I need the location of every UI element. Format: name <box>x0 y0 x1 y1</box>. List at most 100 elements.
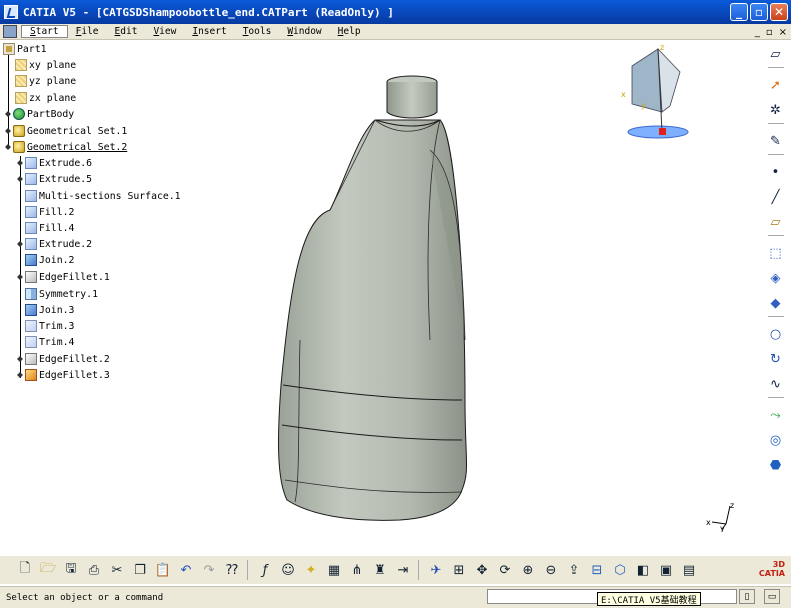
line-icon[interactable]: ╱ <box>765 186 787 208</box>
tree-node-symmetry1[interactable]: Symmetry.1 <box>25 287 98 301</box>
tree-node-gset2[interactable]: Geometrical Set.2 <box>5 140 127 154</box>
menu-help[interactable]: Help <box>330 26 369 37</box>
sketcher-icon[interactable]: ▱ <box>765 43 787 65</box>
tree-node-partbody[interactable]: PartBody <box>5 107 74 121</box>
redo-icon[interactable]: ↷ <box>198 559 220 581</box>
point-icon[interactable]: • <box>765 161 787 183</box>
tree-node-fill2[interactable]: Fill.2 <box>25 205 74 219</box>
menu-insert[interactable]: Insert <box>184 26 234 37</box>
tree-node-multisections[interactable]: Multi-sections Surface.1 <box>25 189 181 203</box>
blend-icon[interactable]: ⤳ <box>765 404 787 426</box>
circle-icon[interactable]: ○ <box>765 323 787 345</box>
extrude-surface-icon[interactable]: ⬚ <box>765 242 787 264</box>
plane-icon[interactable]: ▱ <box>765 211 787 233</box>
tree-node-join2[interactable]: Join.2 <box>25 253 74 267</box>
menu-edit[interactable]: Edit <box>107 26 146 37</box>
symmetry-icon <box>25 288 37 300</box>
tree-node-edgefillet2[interactable]: EdgeFillet.2 <box>17 352 110 366</box>
catia-app-icon[interactable] <box>4 5 18 19</box>
light-icon[interactable]: ✦ <box>300 559 322 581</box>
tree-node-join3[interactable]: Join.3 <box>25 303 74 317</box>
tree-node-extrude2[interactable]: Extrude.2 <box>17 237 92 251</box>
menu-start[interactable]: Start <box>21 25 68 38</box>
spiral-icon[interactable]: ↻ <box>765 348 787 370</box>
paste-icon[interactable]: 📋 <box>152 559 174 581</box>
collapse-icon[interactable] <box>5 144 11 150</box>
sketch-icon[interactable]: ✎ <box>765 130 787 152</box>
window-title: CATIA V5 - [CATGSDShampoobottle_end.CATP… <box>23 5 394 19</box>
shading-icon[interactable]: ◧ <box>632 559 654 581</box>
fit-all-icon[interactable]: ⊞ <box>448 559 470 581</box>
swap-visible-icon[interactable]: ▤ <box>678 559 700 581</box>
minimize-button[interactable]: _ <box>730 3 748 21</box>
pan-icon[interactable]: ✥ <box>471 559 493 581</box>
menu-file[interactable]: File <box>68 26 107 37</box>
copy-icon[interactable]: ❐ <box>129 559 151 581</box>
revolve-icon[interactable]: ◈ <box>765 267 787 289</box>
command-button-2[interactable]: ▭ <box>764 589 780 604</box>
spline-icon[interactable]: ∿ <box>765 373 787 395</box>
menu-window[interactable]: Window <box>279 26 329 37</box>
iso-view-icon[interactable]: ⬡ <box>609 559 631 581</box>
close-button[interactable]: ✕ <box>770 3 788 21</box>
new-icon[interactable]: 🗋 <box>14 559 36 581</box>
tree-node-edgefillet3[interactable]: EdgeFillet.3 <box>17 368 110 382</box>
tree-node-extrude5[interactable]: Extrude.5 <box>17 172 92 186</box>
open-icon[interactable]: 🗁 <box>37 559 59 581</box>
tree-node-zx-plane[interactable]: zx plane <box>15 91 76 105</box>
undo-icon[interactable]: ↶ <box>175 559 197 581</box>
tree-node-fill4[interactable]: Fill.4 <box>25 221 74 235</box>
multiview-icon[interactable]: ⊟ <box>586 559 608 581</box>
sweep-icon[interactable]: ◆ <box>765 292 787 314</box>
expand-icon[interactable] <box>17 356 23 362</box>
part-icon <box>3 43 15 55</box>
expand-icon[interactable] <box>17 372 23 378</box>
command-button-1[interactable]: ▯ <box>739 589 755 604</box>
hide-show-icon[interactable]: ▣ <box>655 559 677 581</box>
doc-restore-button[interactable]: ▫ <box>766 27 773 38</box>
tree-node-trim3[interactable]: Trim.3 <box>25 319 74 333</box>
expand-icon[interactable] <box>17 160 23 166</box>
expand-icon[interactable] <box>17 241 23 247</box>
expand-icon[interactable] <box>5 111 11 117</box>
menu-tools[interactable]: Tools <box>235 26 280 37</box>
tree-node-gset1[interactable]: Geometrical Set.1 <box>5 124 127 138</box>
expand-icon[interactable] <box>17 274 23 280</box>
tree-node-edgefillet1[interactable]: EdgeFillet.1 <box>17 270 110 284</box>
tree-node-extrude6[interactable]: Extrude.6 <box>17 156 92 170</box>
snap-icon[interactable]: ✲ <box>765 99 787 121</box>
zoom-in-icon[interactable]: ⊕ <box>517 559 539 581</box>
tree-icon[interactable]: ⋔ <box>346 559 368 581</box>
document-menu-icon[interactable] <box>3 25 17 38</box>
catalog-icon[interactable]: ♜ <box>369 559 391 581</box>
expand-icon[interactable] <box>17 176 23 182</box>
print-icon[interactable]: ⎙ <box>83 559 105 581</box>
fly-icon[interactable]: ✈ <box>425 559 447 581</box>
table-icon[interactable]: ▦ <box>323 559 345 581</box>
fill-icon[interactable]: ⬣ <box>765 454 787 476</box>
menu-bar: Start File Edit View Insert Tools Window… <box>0 24 791 40</box>
tree-node-trim4[interactable]: Trim.4 <box>25 335 74 349</box>
formula-icon[interactable]: ƒ <box>254 559 276 581</box>
cut-icon[interactable]: ✂ <box>106 559 128 581</box>
title-bar[interactable]: CATIA V5 - [CATGSDShampoobottle_end.CATP… <box>0 0 791 24</box>
knowledge-icon[interactable]: ☺ <box>277 559 299 581</box>
trim-icon <box>25 336 37 348</box>
tree-node-xy-plane[interactable]: xy plane <box>15 58 76 72</box>
compass-widget[interactable]: z x y <box>612 43 694 140</box>
whats-this-icon[interactable]: ⁇ <box>221 559 243 581</box>
expand-icon[interactable] <box>5 128 11 134</box>
maximize-button[interactable]: ▫ <box>750 3 768 21</box>
save-icon[interactable]: 🖫 <box>60 559 82 581</box>
menu-view[interactable]: View <box>145 26 184 37</box>
tree-node-part[interactable]: Part1 <box>3 42 47 56</box>
normal-view-icon[interactable]: ⇪ <box>563 559 585 581</box>
multi-section-icon[interactable]: ◎ <box>765 429 787 451</box>
doc-close-button[interactable]: × <box>779 27 787 38</box>
rotate-icon[interactable]: ⟳ <box>494 559 516 581</box>
select-arrow-icon[interactable]: ➚ <box>765 74 787 96</box>
measure-icon[interactable]: ⇥ <box>392 559 414 581</box>
tree-node-yz-plane[interactable]: yz plane <box>15 74 76 88</box>
zoom-out-icon[interactable]: ⊖ <box>540 559 562 581</box>
doc-minimize-button[interactable]: _ <box>755 27 760 38</box>
